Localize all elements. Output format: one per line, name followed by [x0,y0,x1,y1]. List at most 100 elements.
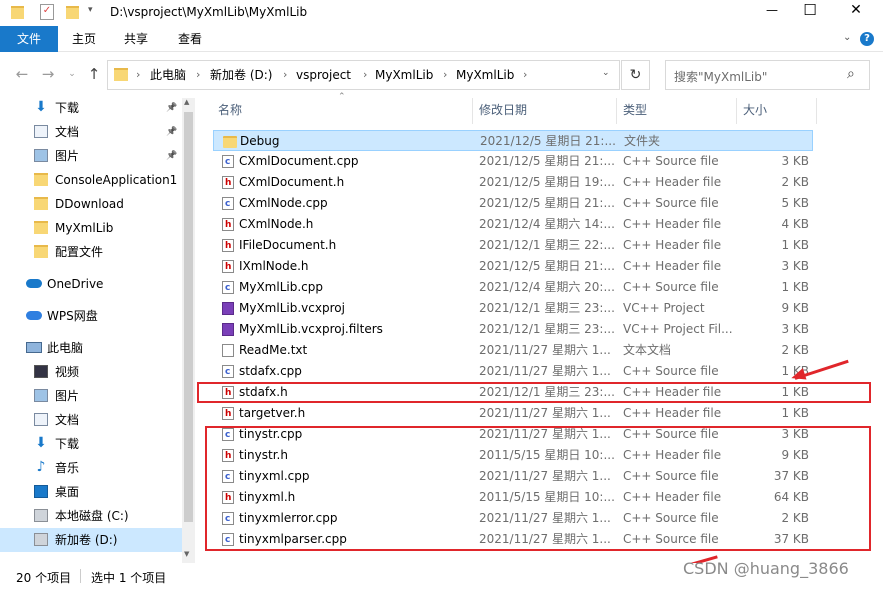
breadcrumb-separator-icon[interactable]: › [523,61,527,89]
sidebar-item-quick[interactable]: DDownload [0,192,180,216]
sidebar-item-pc[interactable]: 图片 [0,384,180,408]
table-row[interactable]: stdafx.cpp 2021/11/27 星期六 1... C++ Source … [213,361,813,383]
sidebar-item-label: 配置文件 [55,245,104,259]
sidebar-item-wps[interactable]: WPS网盘 [0,304,180,328]
pin-icon[interactable]: 📌 [166,96,177,120]
document-icon [34,413,48,426]
table-row[interactable]: MyXmlLib.vcxproj.filters 2021/12/1 星期三 23… [213,319,813,340]
sidebar-item-pc[interactable]: ⬇ 下载 [0,432,180,456]
column-divider[interactable] [816,98,817,124]
sidebar-item-pc[interactable]: 本地磁盘 (C:) [0,504,180,528]
ribbon-tabs: 文件 主页 共享 查看 ⌄ ? [0,26,883,52]
quick-access-dropdown-icon[interactable]: ▾ [88,5,93,15]
search-icon[interactable]: ⌕ [847,66,855,82]
sidebar-item-onedrive[interactable]: OneDrive [0,272,180,296]
table-row[interactable]: targetver.h 2021/11/27 星期六 1... C++ Header… [213,403,813,425]
column-header-type[interactable]: 类型 [623,98,647,122]
file-date: 2021/12/1 星期三 23:... [479,301,615,315]
table-row[interactable]: CXmlDocument.h 2021/12/5 星期日 19:... C++ He… [213,172,813,194]
scroll-down-icon[interactable]: ▼ [184,550,189,558]
sidebar-item-pc[interactable]: 新加卷 (D:) [0,528,182,552]
breadcrumb-this-pc[interactable]: 此电脑 [150,61,186,89]
folder-icon [34,197,48,210]
refresh-button[interactable]: ↻ [621,60,650,90]
scroll-up-icon[interactable]: ▲ [184,98,189,106]
sidebar-item-pc[interactable]: ♪ 音乐 [0,456,180,480]
file-type: C++ Header file [623,259,722,273]
breadcrumb-separator-icon[interactable]: › [196,61,200,89]
table-row[interactable]: CXmlNode.cpp 2021/12/5 星期日 21:... C++ Sour… [213,193,813,215]
file-size: 3 KB [781,322,809,336]
breadcrumb-separator-icon[interactable]: › [363,61,367,89]
close-button[interactable]: ✕ [836,2,876,18]
help-icon[interactable]: ? [860,32,874,46]
address-dropdown-icon[interactable]: ⌄ [602,68,610,78]
address-bar[interactable]: › 此电脑 › 新加卷 (D:) › vsproject › MyXmlLib … [107,60,620,90]
sidebar-item-quick[interactable]: 文档 📌 [0,120,180,144]
tab-share[interactable]: 共享 [114,26,158,52]
column-divider[interactable] [616,98,617,124]
sidebar-item-label: OneDrive [47,277,104,291]
column-header-name[interactable]: 名称 [218,98,242,122]
tab-view[interactable]: 查看 [168,26,212,52]
table-row[interactable]: IXmlNode.h 2021/12/5 星期日 21:... C++ Header… [213,256,813,278]
sidebar-item-this-pc[interactable]: 此电脑 [0,336,180,360]
expand-ribbon-icon[interactable]: ⌄ [843,32,851,43]
table-row[interactable]: MyXmlLib.cpp 2021/12/4 星期六 20:... C++ Sour… [213,277,813,299]
file-date: 2021/12/1 星期三 23:... [479,322,615,336]
breadcrumb-myxmllib-current[interactable]: MyXmlLib [456,61,514,89]
sidebar-item-quick[interactable]: ⬇ 下载 📌 [0,96,180,120]
file-date: 2021/12/5 星期日 21:... [480,134,616,148]
folder-icon [34,173,48,186]
breadcrumb-separator-icon[interactable]: › [136,61,140,89]
file-type: C++ Header file [623,238,722,252]
breadcrumb-separator-icon[interactable]: › [283,61,287,89]
back-arrow-icon[interactable]: ← [12,64,32,84]
file-date: 2021/12/4 星期六 20:... [479,280,615,294]
navigation-pane-scrollbar-thumb[interactable] [184,112,193,522]
cpp-file-icon [222,152,234,173]
selected-count: 选中 1 个项目 [91,571,167,585]
minimize-button[interactable]: — [752,3,792,17]
table-row[interactable]: IFileDocument.h 2021/12/1 星期三 22:... C++ H… [213,235,813,257]
column-header-date[interactable]: 修改日期 [479,98,527,122]
breadcrumb-drive-d[interactable]: 新加卷 (D:) [210,61,272,89]
file-type: VC++ Project Fil... [623,322,733,336]
column-divider[interactable] [736,98,737,124]
table-row[interactable]: MyXmlLib.vcxproj 2021/12/1 星期三 23:... VC++… [213,298,813,319]
text-file-icon [222,344,234,357]
sidebar-item-quick[interactable]: 图片 📌 [0,144,180,168]
sidebar-item-pc[interactable]: 文档 [0,408,180,432]
tab-file[interactable]: 文件 [0,26,58,52]
sidebar-item-pc[interactable]: 桌面 [0,480,180,504]
breadcrumb-vsproject[interactable]: vsproject [296,61,351,89]
pin-icon[interactable]: 📌 [166,120,177,144]
new-folder-icon[interactable] [66,6,79,19]
recent-locations-icon[interactable]: ⌄ [62,64,82,84]
column-divider[interactable] [472,98,473,124]
pin-icon[interactable]: 📌 [166,144,177,168]
header-file-icon [222,236,234,257]
table-row[interactable]: ReadMe.txt 2021/11/27 星期六 1... 文本文档 2 KB [213,340,813,361]
table-row[interactable]: Debug 2021/12/5 星期日 21:... 文件夹 [213,130,813,151]
breadcrumb-separator-icon[interactable]: › [443,61,447,89]
sidebar-item-quick[interactable]: MyXmlLib [0,216,180,240]
sidebar-item-quick[interactable]: ConsoleApplication1 [0,168,180,192]
search-input[interactable]: 搜索"MyXmlLib" ⌕ [665,60,870,90]
breadcrumb-myxmllib[interactable]: MyXmlLib [375,61,433,89]
cpp-file-icon [222,194,234,215]
tab-home[interactable]: 主页 [62,26,106,52]
sidebar-item-pc[interactable]: 视频 [0,360,180,384]
maximize-button[interactable]: ☐ [790,1,830,19]
table-row[interactable]: CXmlNode.h 2021/12/4 星期六 14:... C++ Header… [213,214,813,236]
file-date: 2021/11/27 星期六 1... [479,406,611,420]
column-header-size[interactable]: 大小 [743,98,767,122]
file-name: MyXmlLib.vcxproj [239,301,345,315]
forward-arrow-icon[interactable]: → [38,64,58,84]
up-arrow-icon[interactable]: ↑ [84,64,104,84]
table-row[interactable]: CXmlDocument.cpp 2021/12/5 星期日 21:... C++ … [213,151,813,173]
sidebar-item-quick[interactable]: 配置文件 [0,240,180,264]
properties-icon[interactable]: ✓ [40,4,54,20]
file-type: 文本文档 [623,343,672,357]
cloud-icon [26,311,42,320]
